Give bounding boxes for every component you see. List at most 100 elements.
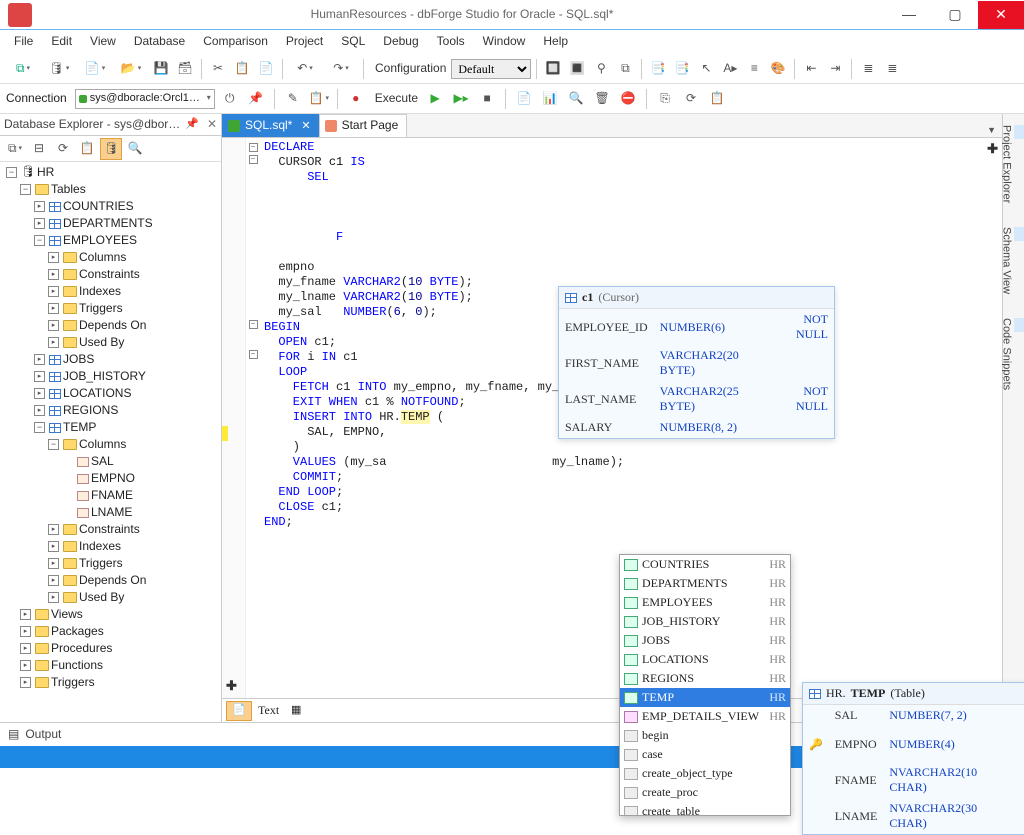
tree-node[interactable]: Used By xyxy=(79,589,124,606)
history-button[interactable]: 📋 xyxy=(308,88,330,110)
menu-database[interactable]: Database xyxy=(126,31,193,53)
tree-node[interactable]: TEMP xyxy=(63,419,96,436)
database-tree[interactable]: HR Tables COUNTRIES DEPARTMENTS EMPLOYEE… xyxy=(0,162,221,722)
explorer-sync-button[interactable]: ⟳ xyxy=(52,138,74,160)
explorer-collapse-button[interactable]: ⊟ xyxy=(28,138,50,160)
tree-node[interactable]: Procedures xyxy=(51,640,112,657)
window-close-button[interactable]: ✕ xyxy=(978,1,1024,29)
stop-execution-button[interactable]: ■ xyxy=(476,88,498,110)
completion-item[interactable]: create_object_type xyxy=(620,764,790,783)
tool-button[interactable]: A▸ xyxy=(719,58,741,80)
tree-toggle[interactable] xyxy=(20,626,31,637)
tree-toggle[interactable] xyxy=(48,320,59,331)
tree-toggle[interactable] xyxy=(20,609,31,620)
tree-node[interactable]: SAL xyxy=(91,453,114,470)
window-maximize-button[interactable]: ▢ xyxy=(932,1,978,29)
connection-select[interactable]: sys@dboracle:Orcl1… xyxy=(75,89,215,109)
open-button[interactable]: 📂 xyxy=(114,58,148,80)
tree-node[interactable]: Used By xyxy=(79,334,124,351)
tree-node[interactable]: Triggers xyxy=(79,555,123,572)
completion-popup[interactable]: COUNTRIESHRDEPARTMENTSHREMPLOYEESHRJOB_H… xyxy=(619,554,791,816)
tree-node[interactable]: Packages xyxy=(51,623,104,640)
tab-close-button[interactable]: ✕ xyxy=(301,119,310,133)
tree-node[interactable]: Indexes xyxy=(79,538,121,555)
view-text-button[interactable]: 📄 xyxy=(226,701,252,721)
tree-node[interactable]: Functions xyxy=(51,657,103,674)
tree-node[interactable]: Constraints xyxy=(79,521,140,538)
explorer-new-button[interactable]: ⧉ xyxy=(4,138,26,160)
completion-item[interactable]: COUNTRIESHR xyxy=(620,555,790,574)
uncomment-button[interactable]: ≣ xyxy=(881,58,903,80)
tree-toggle[interactable] xyxy=(48,541,59,552)
tool-button[interactable]: ⎘ xyxy=(654,88,676,110)
tree-toggle[interactable] xyxy=(48,592,59,603)
execute-step-button[interactable]: ▶▸ xyxy=(450,88,472,110)
completion-item[interactable]: case xyxy=(620,745,790,764)
indent-button[interactable]: ⇤ xyxy=(800,58,822,80)
outdent-button[interactable]: ⇥ xyxy=(824,58,846,80)
tree-node[interactable]: DEPARTMENTS xyxy=(63,215,153,232)
tree-toggle[interactable] xyxy=(48,286,59,297)
menu-help[interactable]: Help xyxy=(535,31,576,53)
new-connection-button[interactable]: 🛢 xyxy=(42,58,76,80)
tree-toggle[interactable] xyxy=(6,167,17,178)
menu-edit[interactable]: Edit xyxy=(43,31,80,53)
tree-toggle[interactable] xyxy=(48,337,59,348)
tool-button[interactable]: 📄 xyxy=(513,88,535,110)
tree-node[interactable]: Triggers xyxy=(79,300,123,317)
tree-node[interactable]: JOB_HISTORY xyxy=(63,368,146,385)
configuration-select[interactable]: Default xyxy=(451,59,531,79)
tree-toggle[interactable] xyxy=(48,303,59,314)
completion-item[interactable]: EMP_DETAILS_VIEWHR xyxy=(620,707,790,726)
new-query-button[interactable]: 📄 xyxy=(78,58,112,80)
tree-toggle[interactable] xyxy=(20,643,31,654)
comment-button[interactable]: ≣ xyxy=(857,58,879,80)
paste-button[interactable]: 📄 xyxy=(255,58,277,80)
completion-item[interactable]: DEPARTMENTSHR xyxy=(620,574,790,593)
menu-tools[interactable]: Tools xyxy=(429,31,473,53)
edit-button[interactable]: ✎ xyxy=(282,88,304,110)
tool-button[interactable]: ≡ xyxy=(743,58,765,80)
tree-toggle[interactable] xyxy=(34,388,45,399)
menu-window[interactable]: Window xyxy=(475,31,534,53)
fold-column[interactable]: − − − − xyxy=(246,138,260,698)
tool-button[interactable]: 🎨 xyxy=(767,58,789,80)
tool-button[interactable]: 🔍 xyxy=(565,88,587,110)
tree-node[interactable]: EMPLOYEES xyxy=(63,232,137,249)
tab-start-page[interactable]: Start Page xyxy=(319,114,408,137)
tree-node[interactable]: Depends On xyxy=(79,572,146,589)
completion-item[interactable]: EMPLOYEESHR xyxy=(620,593,790,612)
tool-button[interactable]: ⛔ xyxy=(617,88,639,110)
tree-toggle[interactable] xyxy=(48,558,59,569)
menu-view[interactable]: View xyxy=(82,31,124,53)
pin-icon[interactable]: 📌 xyxy=(185,117,199,131)
tree-toggle[interactable] xyxy=(34,405,45,416)
tool-button[interactable]: 📑 xyxy=(647,58,669,80)
completion-item[interactable]: create_table xyxy=(620,802,790,815)
menu-debug[interactable]: Debug xyxy=(375,31,426,53)
view-data-button[interactable]: ▦ xyxy=(283,701,309,721)
tree-toggle[interactable] xyxy=(34,201,45,212)
tree-node[interactable]: EMPNO xyxy=(91,470,135,487)
explorer-filter-button[interactable]: 📋 xyxy=(76,138,98,160)
menu-project[interactable]: Project xyxy=(278,31,331,53)
tabs-dropdown-button[interactable]: ▼ xyxy=(981,125,1002,137)
menu-sql[interactable]: SQL xyxy=(333,31,373,53)
tree-toggle[interactable] xyxy=(34,235,45,246)
completion-item[interactable]: create_proc xyxy=(620,783,790,802)
explorer-object-filter-button[interactable]: 🛢 xyxy=(100,138,122,160)
tool-button[interactable]: ↖ xyxy=(695,58,717,80)
tree-node[interactable]: Triggers xyxy=(51,674,95,691)
tool-button[interactable]: 📑 xyxy=(671,58,693,80)
tool-button[interactable]: 📋 xyxy=(706,88,728,110)
new-sql-button[interactable]: ⧉ xyxy=(6,58,40,80)
execute-button[interactable]: ▶ xyxy=(424,88,446,110)
tree-node[interactable]: LNAME xyxy=(91,504,132,521)
tree-toggle[interactable] xyxy=(20,677,31,688)
tab-sql[interactable]: SQL.sql*✕ xyxy=(222,114,320,137)
tree-node[interactable]: JOBS xyxy=(63,351,94,368)
tree-toggle[interactable] xyxy=(48,575,59,586)
tree-toggle[interactable] xyxy=(34,422,45,433)
tree-node[interactable]: Columns xyxy=(79,436,126,453)
tree-toggle[interactable] xyxy=(20,184,31,195)
